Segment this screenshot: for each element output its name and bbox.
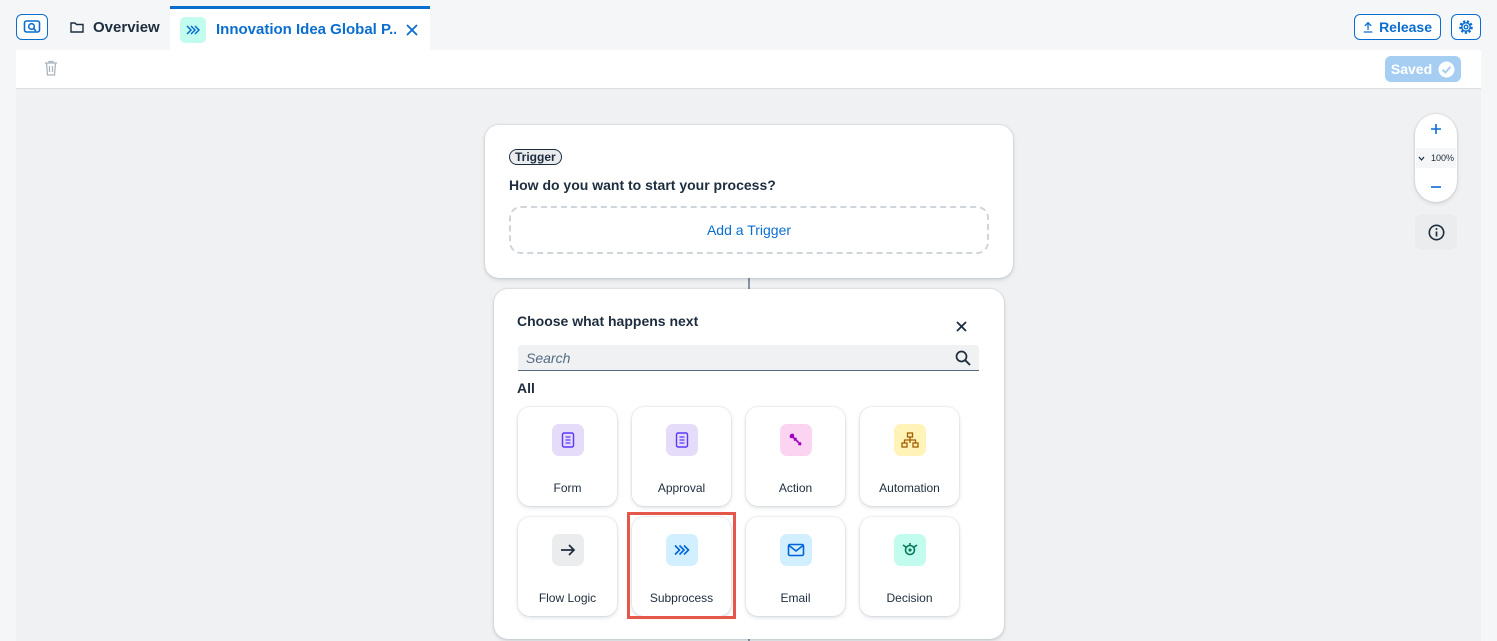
- search-input[interactable]: [526, 349, 955, 366]
- subprocess-icon: [180, 16, 206, 43]
- trigger-card: Trigger How do you want to start your pr…: [485, 125, 1013, 278]
- tile-form-label: Form: [553, 481, 582, 495]
- minus-icon: [1431, 186, 1441, 188]
- folder-icon: [70, 22, 84, 33]
- tile-approval[interactable]: Approval: [632, 407, 731, 506]
- close-tab-button[interactable]: [406, 23, 418, 36]
- form-icon: [551, 424, 584, 456]
- flow-logic-icon: [551, 534, 584, 566]
- approval-icon: [665, 424, 698, 456]
- tab-overview[interactable]: Overview: [58, 6, 176, 48]
- tile-action-label: Action: [778, 481, 813, 495]
- tab-innovation-idea[interactable]: Innovation Idea Global P...: [170, 6, 430, 50]
- release-button-label: Release: [1379, 19, 1432, 35]
- chevron-down-icon: [1418, 156, 1425, 161]
- release-button[interactable]: Release: [1354, 14, 1441, 40]
- search-objects-button[interactable]: [16, 14, 48, 40]
- tab-overview-label: Overview: [93, 18, 160, 36]
- tile-email-label: Email: [780, 591, 811, 605]
- zoom-in-button[interactable]: [1415, 118, 1457, 140]
- tile-automation[interactable]: Automation: [860, 407, 959, 506]
- plus-icon: [1431, 124, 1441, 134]
- zoom-controls: 100%: [1415, 114, 1457, 202]
- close-icon: [406, 23, 418, 36]
- tab-bar: Overview Innovation Idea Global P... Rel…: [0, 0, 1497, 50]
- tile-decision[interactable]: Decision: [860, 517, 959, 616]
- zoom-level-value: 100%: [1430, 153, 1454, 163]
- gear-icon: [1459, 20, 1473, 34]
- close-panel-button[interactable]: [956, 319, 967, 337]
- add-trigger-button[interactable]: Add a Trigger: [509, 206, 989, 254]
- decision-icon: [893, 534, 926, 566]
- search-field[interactable]: [518, 345, 979, 371]
- tile-flow-logic[interactable]: Flow Logic: [518, 517, 617, 616]
- automation-icon: [893, 424, 926, 456]
- tile-email[interactable]: Email: [746, 517, 845, 616]
- trigger-question: How do you want to start your process?: [509, 177, 776, 193]
- search-icon[interactable]: [955, 350, 971, 366]
- info-button[interactable]: [1415, 214, 1457, 250]
- panel-title: Choose what happens next: [517, 313, 699, 329]
- tab-innovation-idea-label: Innovation Idea Global P...: [216, 21, 396, 38]
- trash-icon: [45, 60, 57, 76]
- delete-button[interactable]: [44, 60, 58, 81]
- close-icon: [956, 321, 967, 332]
- section-label-all: All: [517, 380, 535, 396]
- info-icon: [1428, 224, 1444, 240]
- search-icon: [23, 20, 41, 33]
- upload-icon: [1363, 21, 1373, 33]
- tile-form[interactable]: Form: [518, 407, 617, 506]
- tile-approval-label: Approval: [657, 481, 706, 495]
- tile-action[interactable]: Action: [746, 407, 845, 506]
- add-trigger-label: Add a Trigger: [706, 222, 792, 238]
- saved-label: Saved: [1390, 61, 1433, 77]
- editor-toolbar: Saved: [16, 50, 1481, 89]
- trigger-badge: Trigger: [509, 149, 562, 165]
- action-icon: [779, 424, 812, 456]
- zoom-level-select[interactable]: 100%: [1416, 148, 1456, 168]
- tile-decision-label: Decision: [886, 591, 933, 605]
- saved-status-button[interactable]: Saved: [1385, 56, 1461, 82]
- email-icon: [779, 534, 812, 566]
- check-circle-icon: [1438, 61, 1455, 77]
- tile-flow-logic-label: Flow Logic: [538, 591, 597, 605]
- tile-automation-label: Automation: [879, 481, 940, 495]
- highlight-box: [627, 512, 736, 619]
- zoom-out-button[interactable]: [1415, 176, 1457, 198]
- settings-button[interactable]: [1451, 14, 1481, 40]
